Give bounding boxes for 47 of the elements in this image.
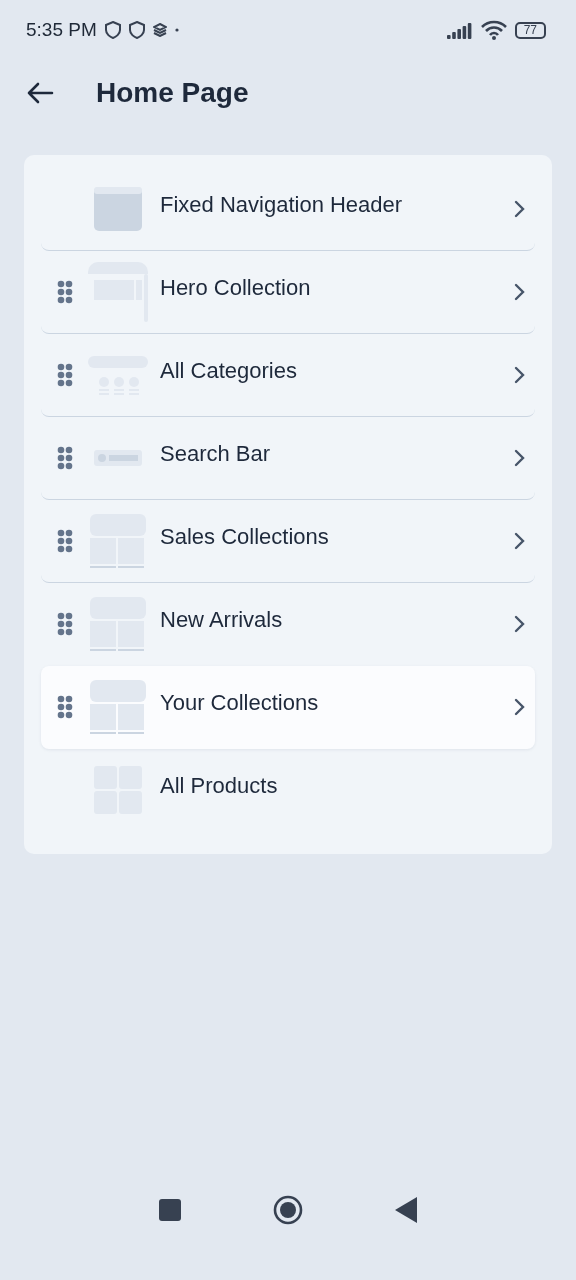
section-row[interactable]: All Categories — [41, 334, 535, 417]
layout-thumbnail-icon — [94, 450, 142, 466]
shield-icon — [128, 21, 145, 39]
wifi-icon — [480, 20, 507, 40]
section-label: New Arrivals — [160, 607, 284, 633]
drag-handle-icon[interactable] — [56, 446, 73, 470]
section-label: All Products — [160, 773, 279, 799]
back-button[interactable] — [26, 81, 54, 105]
drag-handle-icon[interactable] — [56, 280, 73, 304]
section-label: Sales Collections — [160, 524, 330, 550]
recents-button-icon[interactable] — [159, 1199, 181, 1221]
drag-handle-icon[interactable] — [56, 695, 73, 719]
drag-handle-icon[interactable] — [56, 363, 73, 387]
chevron-right-icon — [514, 532, 526, 550]
drag-handle-icon[interactable] — [56, 612, 73, 636]
chevron-right-icon — [514, 366, 526, 384]
section-label: Hero Collection — [160, 275, 312, 301]
chevron-right-icon — [514, 449, 526, 467]
section-row[interactable]: Your Collections — [41, 666, 535, 749]
back-nav-icon[interactable] — [395, 1197, 417, 1223]
signal-icon — [446, 21, 473, 39]
chevron-right-icon — [514, 698, 526, 716]
section-label: Search Bar — [160, 441, 272, 467]
battery-level: 77 — [514, 21, 546, 39]
page-title: Home Page — [96, 77, 249, 109]
status-time: 5:35 PM — [26, 19, 97, 41]
section-label: Your Collections — [160, 690, 320, 716]
section-row[interactable]: New Arrivals — [41, 583, 535, 666]
layout-thumbnail-icon — [94, 187, 142, 231]
chevron-right-icon — [514, 615, 526, 633]
layout-thumbnail-icon — [90, 680, 146, 734]
layout-thumbnail-icon — [90, 597, 146, 651]
chevron-right-icon — [514, 200, 526, 218]
section-label: All Categories — [160, 358, 298, 384]
section-label: Fixed Navigation Header — [160, 192, 404, 218]
section-row[interactable]: Search Bar — [41, 417, 535, 500]
home-button-icon[interactable] — [273, 1195, 303, 1225]
dot-icon — [174, 28, 179, 32]
layout-thumbnail-icon — [90, 514, 146, 568]
section-row[interactable]: Sales Collections — [41, 500, 535, 583]
section-row[interactable]: All Products — [41, 749, 535, 832]
section-row[interactable]: Fixed Navigation Header — [41, 168, 535, 251]
section-row[interactable]: Hero Collection — [41, 251, 535, 334]
chevron-right-icon — [514, 283, 526, 301]
drag-handle-icon[interactable] — [56, 529, 73, 553]
layers-icon — [152, 23, 167, 37]
shield-icon — [104, 21, 121, 39]
